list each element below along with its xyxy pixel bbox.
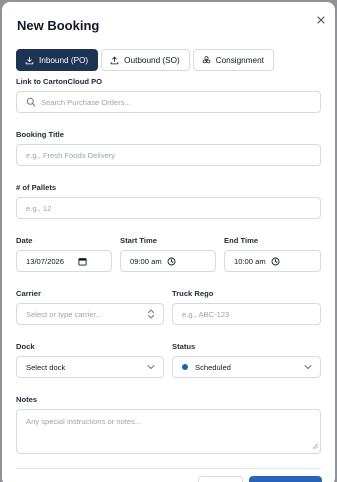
- dock-label: Dock: [16, 342, 35, 351]
- boxes-icon: [202, 55, 210, 63]
- notes-placeholder: Any special instructions or notes...: [26, 417, 142, 426]
- truck-rego-placeholder: e.g., ABC-123: [182, 309, 230, 319]
- status-dot: [182, 364, 188, 370]
- create-booking-button[interactable]: [249, 476, 322, 482]
- close-button[interactable]: [315, 13, 327, 25]
- footer-divider: [16, 468, 321, 469]
- chevron-down-icon: [147, 364, 155, 370]
- resize-handle-icon[interactable]: [312, 442, 318, 451]
- booking-title-placeholder: e.g., Fresh Foods Delivery: [26, 150, 116, 160]
- po-search-input[interactable]: Search Purchase Orders...: [16, 91, 321, 113]
- cancel-button[interactable]: [198, 476, 243, 482]
- date-value: 13/07/2026: [26, 256, 65, 266]
- notes-textarea[interactable]: Any special instructions or notes...: [16, 409, 321, 454]
- date-input[interactable]: 13/07/2026: [16, 250, 112, 272]
- tab-label: Consignment: [215, 55, 264, 65]
- status-value: Scheduled: [195, 362, 231, 372]
- clock-icon[interactable]: [271, 257, 280, 266]
- end-time-value: 10:00 am: [234, 256, 266, 266]
- status-label: Status: [172, 342, 196, 351]
- dock-value: Select dock: [26, 362, 66, 372]
- pallets-input[interactable]: e.g., 12: [16, 197, 321, 219]
- new-booking-modal: New Booking Inbound (PO) Outbound (SO) C…: [2, 2, 335, 482]
- link-po-label: Link to CartonCloud PO: [16, 77, 103, 86]
- truck-rego-label: Truck Rego: [172, 289, 214, 298]
- pallets-label: # of Pallets: [16, 183, 57, 192]
- upload-icon: [110, 56, 119, 64]
- download-icon: [25, 56, 34, 64]
- end-time-input[interactable]: 10:00 am: [224, 250, 321, 272]
- carrier-placeholder: Select or type carrier...: [26, 309, 102, 319]
- tab-outbound-so[interactable]: Outbound (SO): [101, 49, 190, 71]
- notes-label: Notes: [16, 395, 38, 404]
- calendar-icon[interactable]: [78, 257, 87, 266]
- dock-select[interactable]: Select dock: [16, 356, 164, 378]
- start-time-input[interactable]: 09:00 am: [120, 250, 216, 272]
- status-select[interactable]: Scheduled: [172, 356, 321, 378]
- tab-inbound-po[interactable]: Inbound (PO): [16, 49, 99, 71]
- clock-icon[interactable]: [167, 257, 176, 266]
- booking-title-label: Booking Title: [16, 130, 64, 139]
- booking-type-tabs: Inbound (PO) Outbound (SO) Consignment: [16, 49, 274, 71]
- end-time-label: End Time: [224, 236, 259, 245]
- truck-rego-input[interactable]: e.g., ABC-123: [172, 303, 321, 325]
- close-icon: [317, 16, 325, 24]
- carrier-label: Carrier: [16, 289, 41, 298]
- po-search-placeholder: Search Purchase Orders...: [41, 97, 131, 107]
- date-label: Date: [16, 236, 33, 245]
- booking-title-input[interactable]: e.g., Fresh Foods Delivery: [16, 144, 321, 166]
- tab-label: Outbound (SO): [124, 55, 180, 65]
- chevrons-up-down-icon: [147, 309, 155, 319]
- start-time-value: 09:00 am: [130, 256, 162, 266]
- chevron-down-icon: [304, 364, 312, 370]
- tab-label: Inbound (PO): [39, 55, 89, 65]
- modal-title: New Booking: [17, 18, 100, 33]
- pallets-placeholder: e.g., 12: [26, 203, 52, 213]
- start-time-label: Start Time: [120, 236, 157, 245]
- search-icon: [26, 97, 36, 107]
- carrier-combobox[interactable]: Select or type carrier...: [16, 303, 164, 325]
- tab-consignment[interactable]: Consignment: [192, 49, 274, 71]
